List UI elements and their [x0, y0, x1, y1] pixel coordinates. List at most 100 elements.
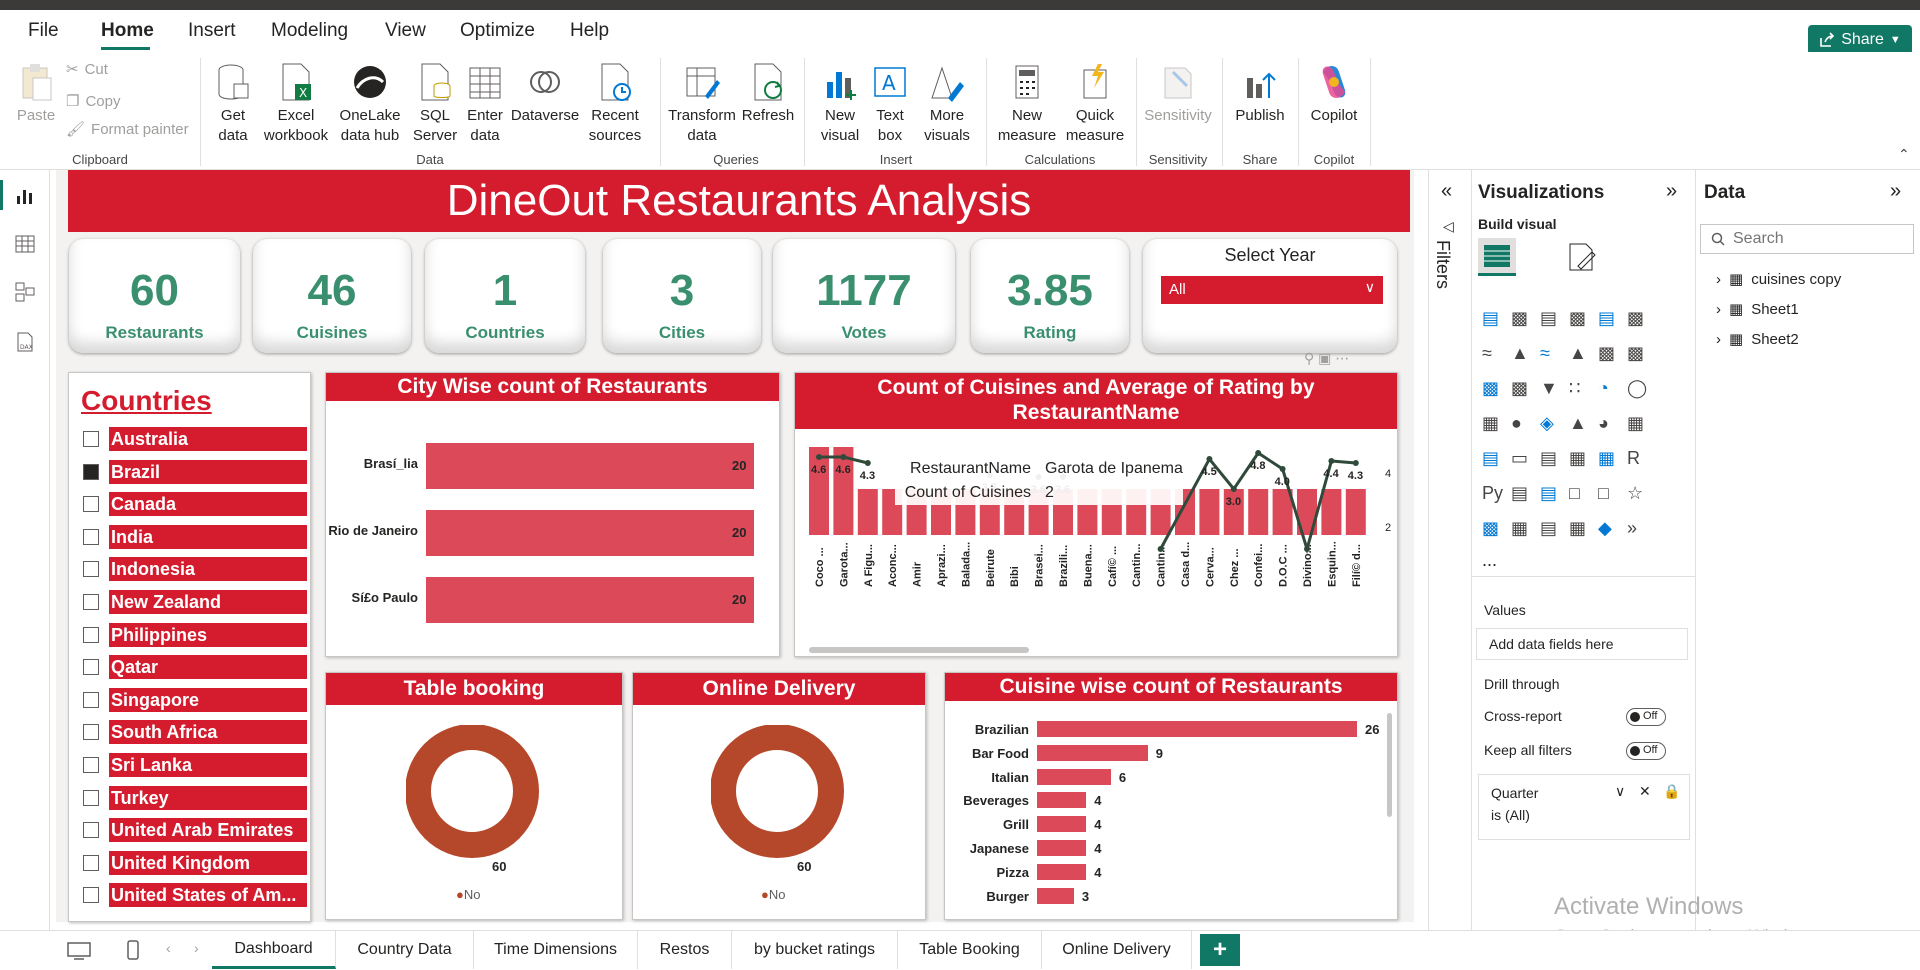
visual-type-icon[interactable]: ▦ [1482, 413, 1506, 437]
city-chart[interactable]: City Wise count of Restaurants Brasí_lia… [325, 372, 780, 657]
copilot-button[interactable]: Copilot [1304, 62, 1364, 126]
chevron-down-icon[interactable]: ∨ [1615, 783, 1625, 800]
visual-type-icon[interactable]: □ [1569, 483, 1593, 507]
cuisine-chart[interactable]: Cuisine wise count of Restaurants Brazil… [944, 672, 1398, 920]
collapse-ribbon-icon[interactable]: ⌃ [1898, 146, 1910, 163]
country-option[interactable]: Brazil [83, 459, 307, 484]
kpi-card-cuisines[interactable]: 46 Cuisines [253, 239, 411, 353]
combo-chart-scrollbar[interactable] [809, 647, 1029, 653]
visual-type-icon[interactable]: ▩ [1627, 308, 1651, 332]
country-checkbox[interactable] [83, 594, 99, 610]
country-option[interactable]: Singapore [83, 687, 307, 712]
country-option[interactable]: United States of Am... [83, 883, 307, 908]
country-option[interactable]: Australia [83, 427, 307, 451]
values-drop-zone[interactable]: Add data fields here [1476, 628, 1688, 660]
cuisine-chart-bar[interactable] [1037, 887, 1074, 904]
cuisine-chart-bar[interactable] [1037, 816, 1087, 833]
copy-button[interactable]: ❐ Copy [66, 92, 120, 111]
get-data-button[interactable]: Get data [208, 62, 258, 146]
visual-type-icon[interactable]: ▤ [1482, 308, 1506, 332]
country-checkbox[interactable] [83, 528, 99, 545]
cuisine-chart-bar[interactable] [1037, 744, 1148, 761]
visual-type-icon[interactable]: ▭ [1511, 448, 1535, 472]
visual-type-icon[interactable]: ◔ [1598, 378, 1622, 402]
visual-type-icon[interactable]: ≈ [1482, 343, 1506, 367]
visual-type-icon[interactable]: □ [1598, 483, 1622, 507]
table-booking-chart[interactable]: Table booking 60 ●No [325, 672, 623, 920]
report-view-icon[interactable] [13, 184, 37, 208]
country-option[interactable]: United Kingdom [83, 850, 307, 875]
filter-card-quarter[interactable]: Quarter is (All) ∨ ✕ 🔒 [1478, 774, 1690, 840]
rating-point[interactable] [1352, 460, 1359, 466]
kpi-card-countries[interactable]: 1 Countries [425, 239, 585, 353]
text-box-button[interactable]: A Text box [868, 62, 912, 146]
country-option[interactable]: Turkey [83, 785, 307, 810]
rating-point[interactable] [1328, 458, 1335, 464]
combo-chart-column[interactable] [1248, 489, 1269, 535]
country-option[interactable]: Sri Lanka [83, 753, 307, 777]
visual-type-icon[interactable]: ▦ [1598, 448, 1622, 472]
visual-type-icon[interactable]: ▤ [1540, 308, 1564, 332]
combo-chart[interactable]: Count of Cuisines and Average of Rating … [794, 372, 1398, 657]
visual-type-icon[interactable]: ▩ [1598, 343, 1622, 367]
country-option[interactable]: Qatar [83, 655, 307, 680]
new-visual-button[interactable]: New visual [812, 62, 868, 146]
visual-type-icon[interactable]: ▩ [1627, 343, 1651, 367]
rating-point[interactable] [1230, 486, 1237, 492]
visual-type-icon[interactable]: ▲ [1569, 343, 1593, 367]
visual-type-icon[interactable]: ▤ [1540, 448, 1564, 472]
lock-icon[interactable]: 🔒 [1663, 783, 1680, 800]
country-checkbox[interactable] [83, 463, 99, 480]
cuisine-chart-bar[interactable] [1037, 721, 1357, 737]
rating-point[interactable] [1157, 546, 1164, 552]
onelake-button[interactable]: OneLake data hub [334, 62, 406, 146]
visual-type-icon[interactable]: ◆ [1598, 518, 1622, 542]
country-checkbox[interactable] [83, 626, 99, 643]
paste-button[interactable]: Paste [14, 62, 58, 126]
visual-type-icon[interactable]: ▦ [1511, 518, 1535, 542]
visual-type-icon[interactable]: ▦ [1627, 413, 1651, 437]
visual-type-icon[interactable]: Py [1482, 483, 1506, 507]
country-option[interactable]: Indonesia [83, 557, 307, 582]
country-option[interactable]: New Zealand [83, 590, 307, 614]
cross-report-toggle[interactable]: Off [1626, 708, 1666, 726]
desktop-layout-icon[interactable] [66, 941, 92, 961]
visual-header-icons[interactable]: ⚲ ▣ ⋯ [1304, 350, 1349, 367]
country-checkbox[interactable] [83, 561, 99, 578]
country-checkbox[interactable] [83, 691, 99, 708]
visual-type-icon[interactable]: ▤ [1511, 483, 1535, 507]
data-search-box[interactable] [1700, 224, 1914, 254]
more-visuals-button[interactable]: More visuals [918, 62, 976, 146]
visual-type-icon[interactable]: ▤ [1598, 308, 1622, 332]
page-tab-country-data[interactable]: Country Data [336, 931, 474, 969]
recent-sources-button[interactable]: Recent sources [582, 62, 648, 146]
year-dropdown[interactable]: All ∨ [1161, 276, 1383, 304]
visual-type-icon[interactable]: ▤ [1482, 448, 1506, 472]
visual-type-icon[interactable]: » [1627, 518, 1651, 542]
city-chart-bar[interactable] [426, 577, 754, 623]
city-chart-bar[interactable] [426, 443, 754, 489]
rating-point[interactable] [1279, 466, 1286, 472]
data-table-sheet1[interactable]: › ▦ Sheet1 [1716, 300, 1799, 319]
build-visual-tab[interactable] [1478, 238, 1516, 276]
data-search-input[interactable] [1733, 230, 1893, 248]
page-tab-online-delivery[interactable]: Online Delivery [1042, 931, 1192, 969]
visual-type-icon[interactable]: ▦ [1569, 448, 1593, 472]
clear-filter-icon[interactable]: ✕ [1639, 783, 1651, 800]
kpi-card-votes[interactable]: 1177 Votes [773, 239, 955, 353]
menu-home[interactable]: Home [101, 20, 154, 42]
collapse-pane-icon[interactable]: » [1666, 180, 1677, 203]
country-checkbox[interactable] [83, 431, 99, 447]
expand-filters-icon[interactable]: « [1441, 180, 1452, 203]
rating-point[interactable] [816, 454, 822, 460]
kpi-card-cities[interactable]: 3 Cities [603, 239, 761, 353]
transform-data-button[interactable]: Transform data [666, 62, 738, 146]
dataverse-button[interactable]: Dataverse [510, 62, 580, 126]
rating-point[interactable] [1304, 546, 1310, 552]
city-chart-bar[interactable] [426, 510, 754, 556]
visual-type-icon[interactable]: ◕ [1598, 413, 1622, 437]
quick-measure-button[interactable]: Quick measure [1062, 62, 1128, 146]
menu-file[interactable]: File [28, 20, 59, 42]
combo-chart-column[interactable] [1345, 489, 1366, 535]
keep-filters-toggle[interactable]: Off [1626, 742, 1666, 760]
